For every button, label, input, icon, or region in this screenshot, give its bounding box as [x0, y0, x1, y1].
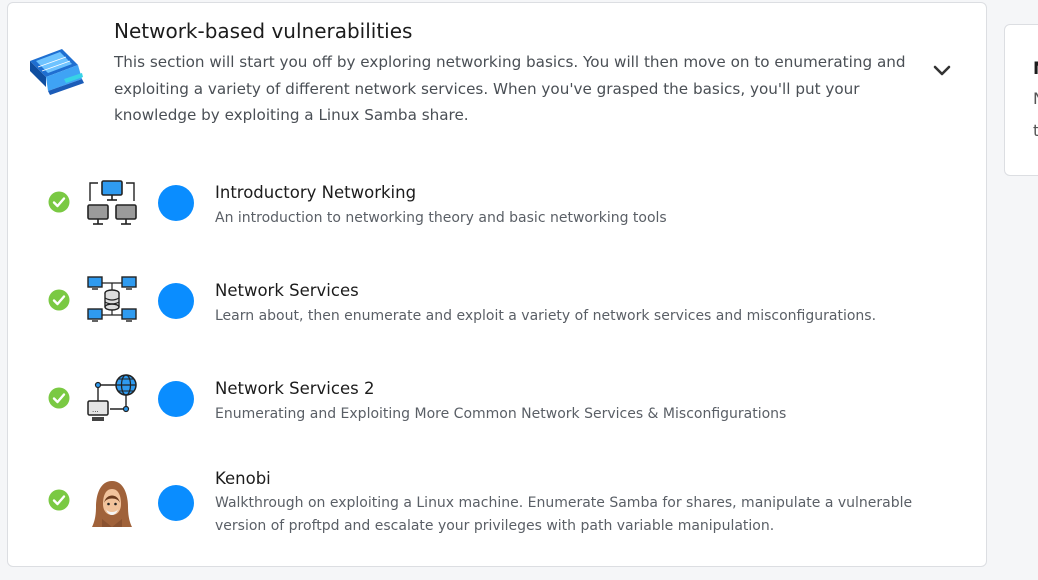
room-item-network-services-2[interactable]: ... Network Services 2 Enumerating and E… [48, 363, 978, 443]
network-laptop-icon [30, 49, 84, 95]
check-circle-icon [48, 387, 70, 409]
module-title: Network-based vulnerabilities [114, 19, 413, 43]
room-title[interactable]: Network Services [215, 281, 359, 300]
module-card: Network-based vulnerabilities This secti… [7, 2, 987, 567]
side-card: N N t [1004, 24, 1038, 176]
chevron-down-icon[interactable] [930, 59, 954, 83]
room-description: An introduction to networking theory and… [215, 210, 667, 226]
room-status-dot [158, 485, 194, 521]
side-card-title: N [1033, 59, 1038, 79]
check-circle-icon [48, 489, 70, 511]
room-description: Walkthrough on exploiting a Linux machin… [215, 495, 913, 534]
hooded-figure-icon [92, 481, 132, 527]
svg-text:...: ... [92, 406, 99, 414]
room-title[interactable]: Kenobi [215, 469, 271, 488]
room-item-introductory-networking[interactable]: Introductory Networking An introduction … [48, 167, 978, 247]
room-description: Enumerating and Exploiting More Common N… [215, 406, 787, 422]
check-circle-icon [48, 191, 70, 213]
server-network-icon [87, 276, 137, 322]
side-card-text: t [1033, 121, 1038, 140]
room-status-dot [158, 381, 194, 417]
room-title[interactable]: Introductory Networking [215, 183, 416, 202]
room-item-kenobi[interactable]: Kenobi Walkthrough on exploiting a Linux… [48, 453, 978, 534]
room-status-dot [158, 185, 194, 221]
side-card-text: N [1033, 89, 1038, 108]
module-description: This section will start you off by explo… [114, 53, 906, 124]
check-circle-icon [48, 289, 70, 311]
room-description: Learn about, then enumerate and exploit … [215, 308, 877, 324]
computer-network-icon [87, 180, 137, 225]
room-title[interactable]: Network Services 2 [215, 379, 374, 398]
room-item-network-services[interactable]: Network Services Learn about, then enume… [48, 265, 978, 345]
globe-network-icon: ... [87, 374, 137, 421]
room-status-dot [158, 283, 194, 319]
